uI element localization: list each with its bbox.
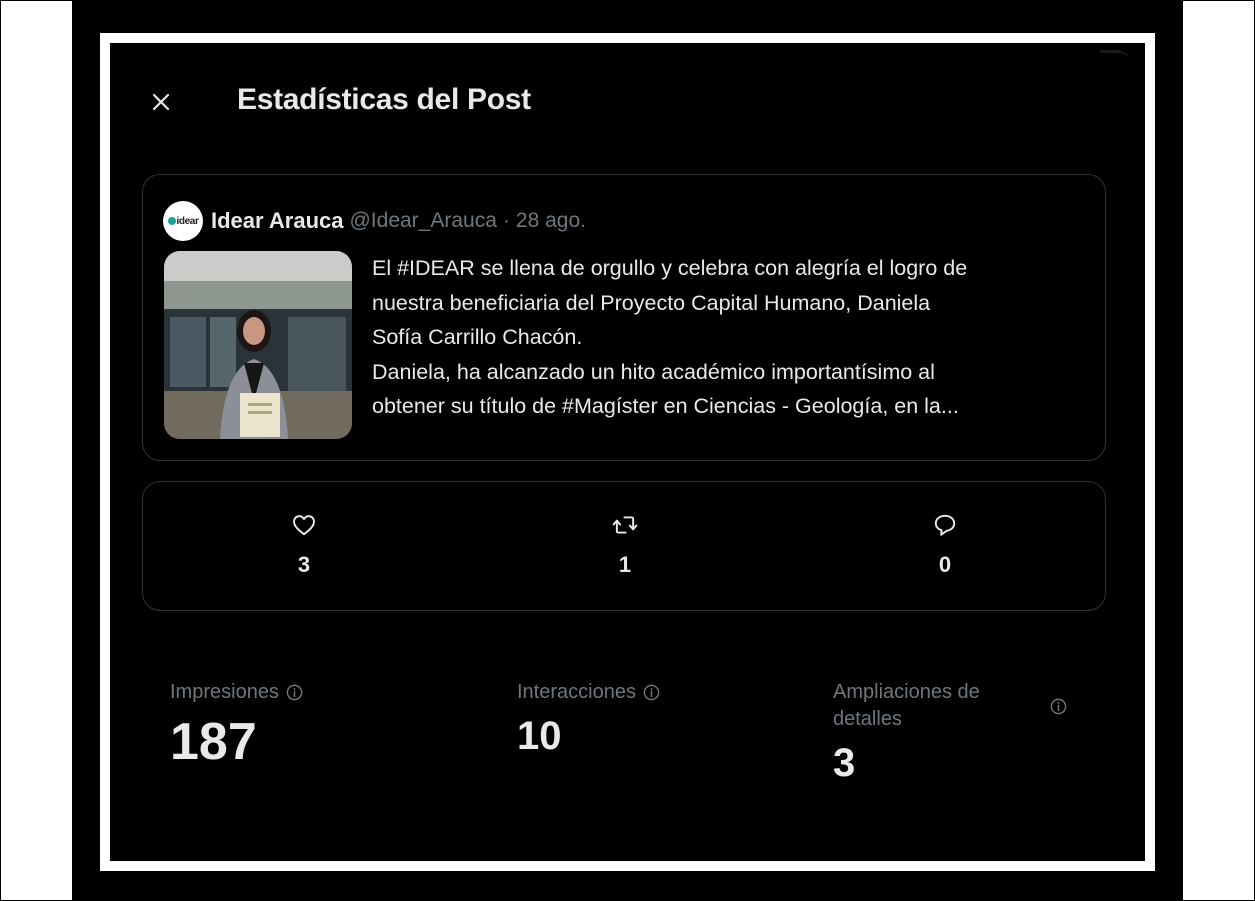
post-photo-graphic — [164, 251, 352, 439]
detail-expands-label-line: Ampliaciones de — [833, 681, 980, 703]
post-text-line: Daniela, ha alcanzado un hito académico … — [372, 359, 935, 384]
likes-stat[interactable]: 3 — [274, 512, 334, 578]
detail-expands-label-row: Ampliaciones de detalles — [833, 679, 1068, 733]
replies-stat[interactable]: 0 — [915, 512, 975, 578]
avatar-logo: idear — [167, 215, 199, 227]
post-analytics-modal: Estadísticas del Post idear Idear Arauca… — [120, 53, 1134, 861]
heart-icon — [293, 515, 315, 536]
logo-mark-icon — [167, 217, 176, 225]
reposts-stat[interactable]: 1 — [595, 512, 655, 578]
engagement-card: 3 1 0 — [142, 481, 1106, 611]
interactions-label-row: Interacciones — [517, 679, 661, 706]
info-icon[interactable] — [1049, 697, 1068, 716]
metric-impressions: Impresiones 187 — [170, 679, 304, 770]
close-button[interactable] — [144, 85, 178, 119]
detail-expands-label: Ampliaciones de detalles — [833, 679, 980, 733]
info-icon[interactable] — [642, 683, 661, 702]
replies-count: 0 — [938, 552, 952, 577]
avatar-logo-text: idear — [176, 215, 199, 227]
impressions-value: 187 — [170, 713, 257, 771]
metric-interactions: Interacciones 10 — [517, 679, 661, 758]
post-preview-card[interactable]: idear Idear Arauca @Idear_Arauca · 28 ag… — [142, 174, 1106, 461]
post-header: idear Idear Arauca @Idear_Arauca · 28 ag… — [163, 201, 586, 241]
post-image[interactable] — [164, 251, 352, 439]
info-icon[interactable] — [285, 683, 304, 702]
post-text-line: Sofía Carrillo Chacón. — [372, 325, 583, 349]
post-date[interactable]: 28 ago. — [516, 209, 586, 233]
post-text-line: obtener su título de #Magíster en Cienci… — [372, 394, 959, 418]
avatar[interactable]: idear — [163, 201, 203, 241]
repost-icon — [612, 516, 638, 534]
header-separator: · — [502, 209, 510, 232]
likes-count: 3 — [297, 552, 311, 577]
close-icon — [152, 93, 170, 111]
modal-title: Estadísticas del Post — [237, 83, 531, 116]
detail-expands-label-line: detalles — [833, 708, 902, 730]
metric-detail-expands: Ampliaciones de detalles 3 — [833, 679, 1068, 785]
author-name[interactable]: Idear Arauca — [211, 208, 343, 234]
impressions-label: Impresiones — [170, 681, 279, 703]
reposts-count: 1 — [618, 552, 632, 577]
post-text[interactable]: El #IDEAR se llena de orgullo y celebra … — [372, 251, 1088, 424]
author-handle[interactable]: @Idear_Arauca — [349, 209, 496, 233]
detail-expands-value: 3 — [833, 741, 856, 785]
post-text-line: El #IDEAR se llena de orgullo y celebra … — [372, 256, 968, 280]
interactions-label: Interacciones — [517, 681, 636, 703]
interactions-value: 10 — [517, 714, 562, 758]
reply-icon — [934, 514, 956, 536]
impressions-label-row: Impresiones — [170, 679, 304, 706]
post-text-line: nuestra beneficiaria del Proyecto Capita… — [372, 290, 931, 315]
